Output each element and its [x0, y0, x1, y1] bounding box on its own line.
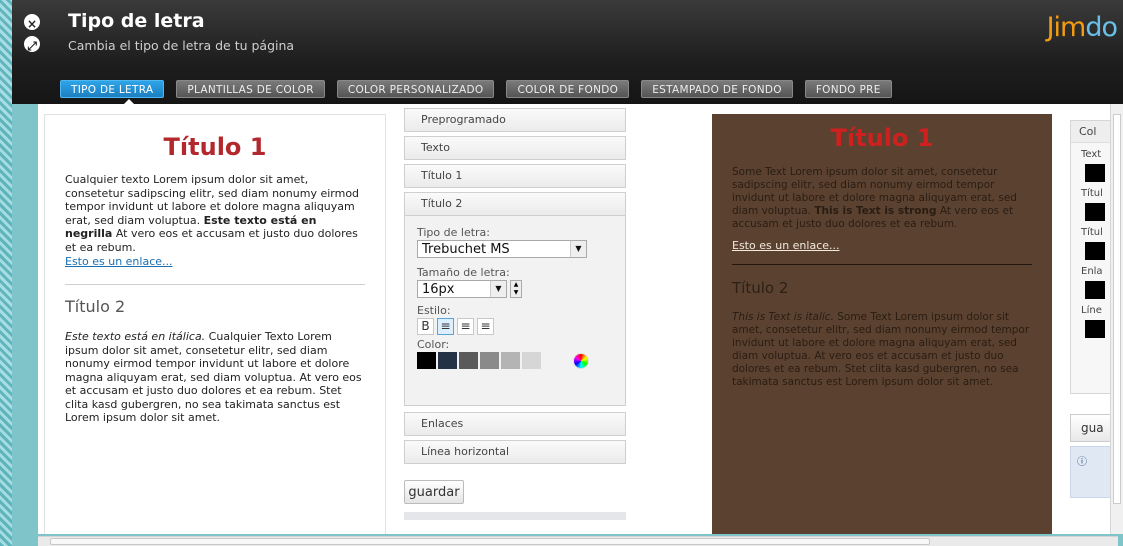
- panel-subtitle: Cambia el tipo de letra de tu página: [68, 38, 295, 53]
- font-size-value: 16px: [422, 281, 455, 297]
- dark-preview-title-2: Título 2: [732, 279, 789, 297]
- swatch-black[interactable]: [417, 352, 436, 369]
- close-icon[interactable]: ×: [24, 14, 40, 31]
- preview-paragraph-1: Cualquier texto Lorem ipsum dolor sit am…: [65, 173, 360, 254]
- tab-estampado-de-fondo[interactable]: ESTAMPADO DE FONDO: [641, 80, 793, 98]
- tab-plantillas-de-color[interactable]: PLANTILLAS DE COLOR: [176, 80, 325, 98]
- swatch-dark-gray[interactable]: [459, 352, 478, 369]
- brand-logo: Jimdo: [1046, 12, 1118, 43]
- tab-bar: TIPO DE LETRA PLANTILLAS DE COLOR COLOR …: [60, 80, 892, 98]
- color-box-title2[interactable]: [1085, 242, 1105, 260]
- preview-link[interactable]: Esto es un enlace...: [65, 255, 365, 268]
- align-center-icon[interactable]: ≡: [457, 318, 474, 335]
- titulo-2-options: Tipo de letra: Trebuchet MS ▼ Tamaño de …: [404, 216, 626, 406]
- font-family-select[interactable]: Trebuchet MS ▼: [417, 240, 587, 258]
- font-family-value: Trebuchet MS: [422, 241, 510, 257]
- accordion-linea-horizontal[interactable]: Línea horizontal: [404, 440, 626, 464]
- preview-paragraph-2: Este texto está en itálica. Cualquier Te…: [65, 330, 362, 424]
- color-box-text[interactable]: [1085, 164, 1105, 182]
- tab-color-personalizado[interactable]: COLOR PERSONALIZADO: [336, 80, 495, 98]
- align-right-icon[interactable]: ≡: [477, 318, 494, 335]
- save-button[interactable]: guardar: [404, 480, 464, 504]
- chevron-down-icon[interactable]: ▼: [570, 241, 586, 257]
- accordion-texto[interactable]: Texto: [404, 136, 626, 160]
- preview-title-1: Título 1: [163, 133, 267, 161]
- horizontal-scroll-thumb[interactable]: [50, 538, 930, 545]
- preview-title-2: Título 2: [65, 297, 126, 316]
- panel-title: Tipo de letra: [68, 10, 205, 32]
- expand-icon[interactable]: ⤢: [24, 36, 40, 53]
- vertical-scroll-thumb[interactable]: [1113, 114, 1121, 504]
- info-icon: ⓘ: [1077, 457, 1087, 468]
- accordion-enlaces[interactable]: Enlaces: [404, 412, 626, 436]
- tab-fondo-predefinido[interactable]: FONDO PRE: [804, 80, 892, 98]
- chevron-down-icon[interactable]: ▼: [490, 281, 506, 297]
- swatch-lighter-gray[interactable]: [522, 352, 541, 369]
- tab-color-de-fondo[interactable]: COLOR DE FONDO: [506, 80, 630, 98]
- dark-preview-link[interactable]: Esto es un enlace...: [732, 239, 1032, 252]
- swatch-light-gray[interactable]: [501, 352, 520, 369]
- color-box-link[interactable]: [1085, 281, 1105, 299]
- accordion-preprogramado[interactable]: Preprogramado: [404, 108, 626, 132]
- color-box-title1[interactable]: [1085, 203, 1105, 221]
- align-left-icon[interactable]: ≡: [437, 318, 454, 335]
- color-box-line[interactable]: [1085, 320, 1105, 338]
- editor-content: Título 1 Cualquier texto Lorem ipsum dol…: [38, 104, 1118, 534]
- dark-preview: Título 1 Some Text Lorem ipsum dolor sit…: [712, 114, 1052, 534]
- accordion-titulo-2[interactable]: Título 2: [404, 192, 626, 216]
- swatch-dark-blue[interactable]: [438, 352, 457, 369]
- striped-background: [0, 0, 12, 546]
- font-size-stepper[interactable]: ▲ ▼: [510, 280, 522, 298]
- dark-preview-paragraph-2: This is Text is italic. Some Text Lorem …: [732, 311, 1030, 388]
- font-settings-panel: Preprogramado Texto Título 1 Título 2 Ti…: [404, 108, 626, 520]
- accordion-titulo-1[interactable]: Título 1: [404, 164, 626, 188]
- color-wheel-icon[interactable]: [573, 352, 589, 369]
- dark-preview-paragraph-1: Some Text Lorem ipsum dolor sit amet, co…: [732, 166, 1017, 230]
- swatch-gray[interactable]: [480, 352, 499, 369]
- color-label: Color:: [417, 338, 450, 351]
- style-label: Estilo:: [417, 304, 451, 317]
- font-size-select[interactable]: 16px ▼: [417, 280, 507, 298]
- horizontal-scrollbar[interactable]: [38, 536, 1118, 546]
- dark-preview-title-1: Título 1: [830, 124, 934, 152]
- light-preview: Título 1 Cualquier texto Lorem ipsum dol…: [44, 114, 386, 534]
- vertical-scrollbar[interactable]: [1110, 104, 1123, 534]
- tab-tipo-de-letra[interactable]: TIPO DE LETRA: [60, 80, 165, 98]
- preview-divider: [65, 284, 365, 285]
- color-swatches: [417, 352, 613, 369]
- bold-button[interactable]: B: [417, 318, 434, 335]
- font-size-label: Tamaño de letra:: [417, 266, 510, 279]
- font-family-label: Tipo de letra:: [417, 226, 490, 239]
- panel-footer: [404, 512, 626, 520]
- dark-preview-divider: [732, 264, 1032, 265]
